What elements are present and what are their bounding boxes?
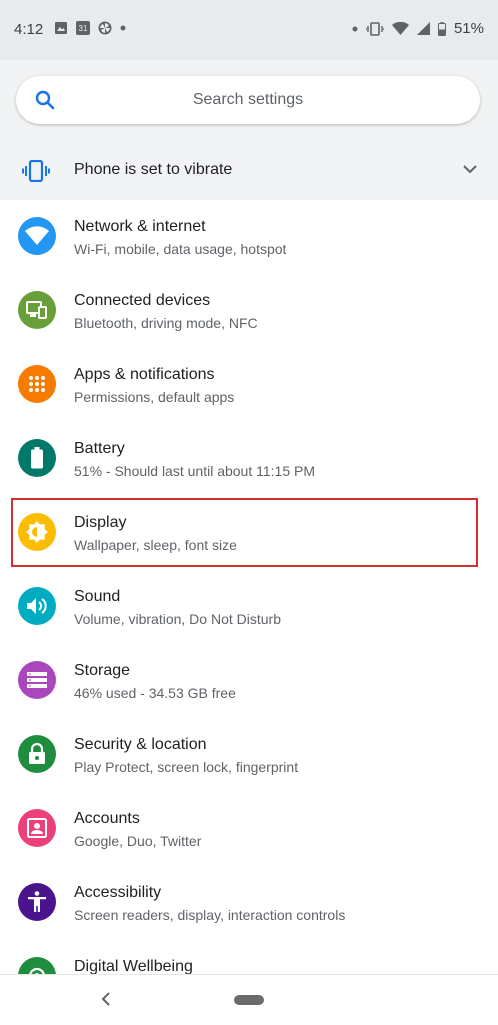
item-subtitle: Play Protect, screen lock, fingerprint (74, 759, 299, 775)
battery-status-icon (437, 21, 446, 36)
item-title: Apps & notifications (74, 366, 215, 383)
status-time: 4:12 (14, 21, 44, 38)
item-title: Battery (74, 440, 125, 457)
dot-icon (352, 26, 358, 31)
more-notifications-dot-icon (120, 25, 126, 31)
search-placeholder: Search settings (192, 91, 304, 108)
item-title: Sound (74, 588, 121, 605)
battery-icon (18, 439, 56, 477)
settings-item-network[interactable]: Network & internet Wi-Fi, mobile, data u… (0, 200, 498, 274)
item-title: Connected devices (74, 292, 211, 309)
item-title: Security & location (74, 736, 207, 753)
settings-item-connected-devices[interactable]: Connected devices Bluetooth, driving mod… (0, 274, 498, 348)
signal-icon (416, 22, 430, 35)
notification-icons: 31 (54, 21, 126, 35)
display-highlight-box (11, 498, 478, 567)
item-subtitle: 51% - Should last until about 11:15 PM (74, 463, 316, 479)
settings-header: Search settings Phone is set to vibrate (0, 60, 498, 200)
accessibility-icon (18, 883, 56, 921)
calendar-icon: 31 (76, 21, 90, 35)
navigation-bar (0, 974, 498, 1025)
vibrate-suggestion-row[interactable]: Phone is set to vibrate (0, 140, 498, 200)
settings-item-sound[interactable]: Sound Volume, vibration, Do Not Disturb (0, 570, 498, 644)
account-icon (18, 809, 56, 847)
item-subtitle: Google, Duo, Twitter (74, 833, 202, 849)
item-subtitle: Volume, vibration, Do Not Disturb (74, 611, 281, 627)
settings-item-storage[interactable]: Storage 46% used - 34.53 GB free (0, 644, 498, 718)
search-bar[interactable]: Search settings (16, 76, 480, 124)
item-subtitle: Screen readers, display, interaction con… (74, 907, 346, 923)
settings-item-accessibility[interactable]: Accessibility Screen readers, display, i… (0, 866, 498, 940)
item-title: Storage (74, 662, 131, 679)
chevron-down-icon[interactable] (462, 163, 478, 175)
vibrate-icon (22, 160, 50, 182)
image-icon (55, 22, 67, 34)
status-bar: 4:12 31 51% (0, 0, 498, 60)
settings-item-battery[interactable]: Battery 51% - Should last until about 11… (0, 422, 498, 496)
item-subtitle: Permissions, default apps (74, 389, 235, 405)
settings-item-accounts[interactable]: Accounts Google, Duo, Twitter (0, 792, 498, 866)
volume-icon (18, 587, 56, 625)
settings-item-security[interactable]: Security & location Play Protect, screen… (0, 718, 498, 792)
back-icon[interactable] (100, 991, 112, 1007)
battery-percent: 51% (453, 20, 484, 37)
wifi-icon (18, 217, 56, 255)
vibrate-label: Phone is set to vibrate (74, 161, 233, 178)
wifi-status-icon (391, 21, 409, 35)
system-status-icons: 51% (352, 20, 484, 37)
vibrate-status-icon (365, 21, 384, 36)
item-title: Accessibility (74, 884, 162, 901)
item-subtitle: 46% used - 34.53 GB free (74, 685, 236, 701)
settings-item-apps[interactable]: Apps & notifications Permissions, defaul… (0, 348, 498, 422)
apps-grid-icon (18, 365, 56, 403)
item-subtitle: Wi-Fi, mobile, data usage, hotspot (74, 241, 287, 257)
home-pill-button[interactable] (234, 995, 264, 1005)
item-subtitle: Bluetooth, driving mode, NFC (74, 315, 258, 331)
storage-icon (18, 661, 56, 699)
lock-icon (18, 735, 56, 773)
devices-icon (18, 291, 56, 329)
item-title: Network & internet (74, 218, 206, 235)
pinwheel-icon (98, 21, 112, 35)
item-title: Accounts (74, 810, 140, 827)
